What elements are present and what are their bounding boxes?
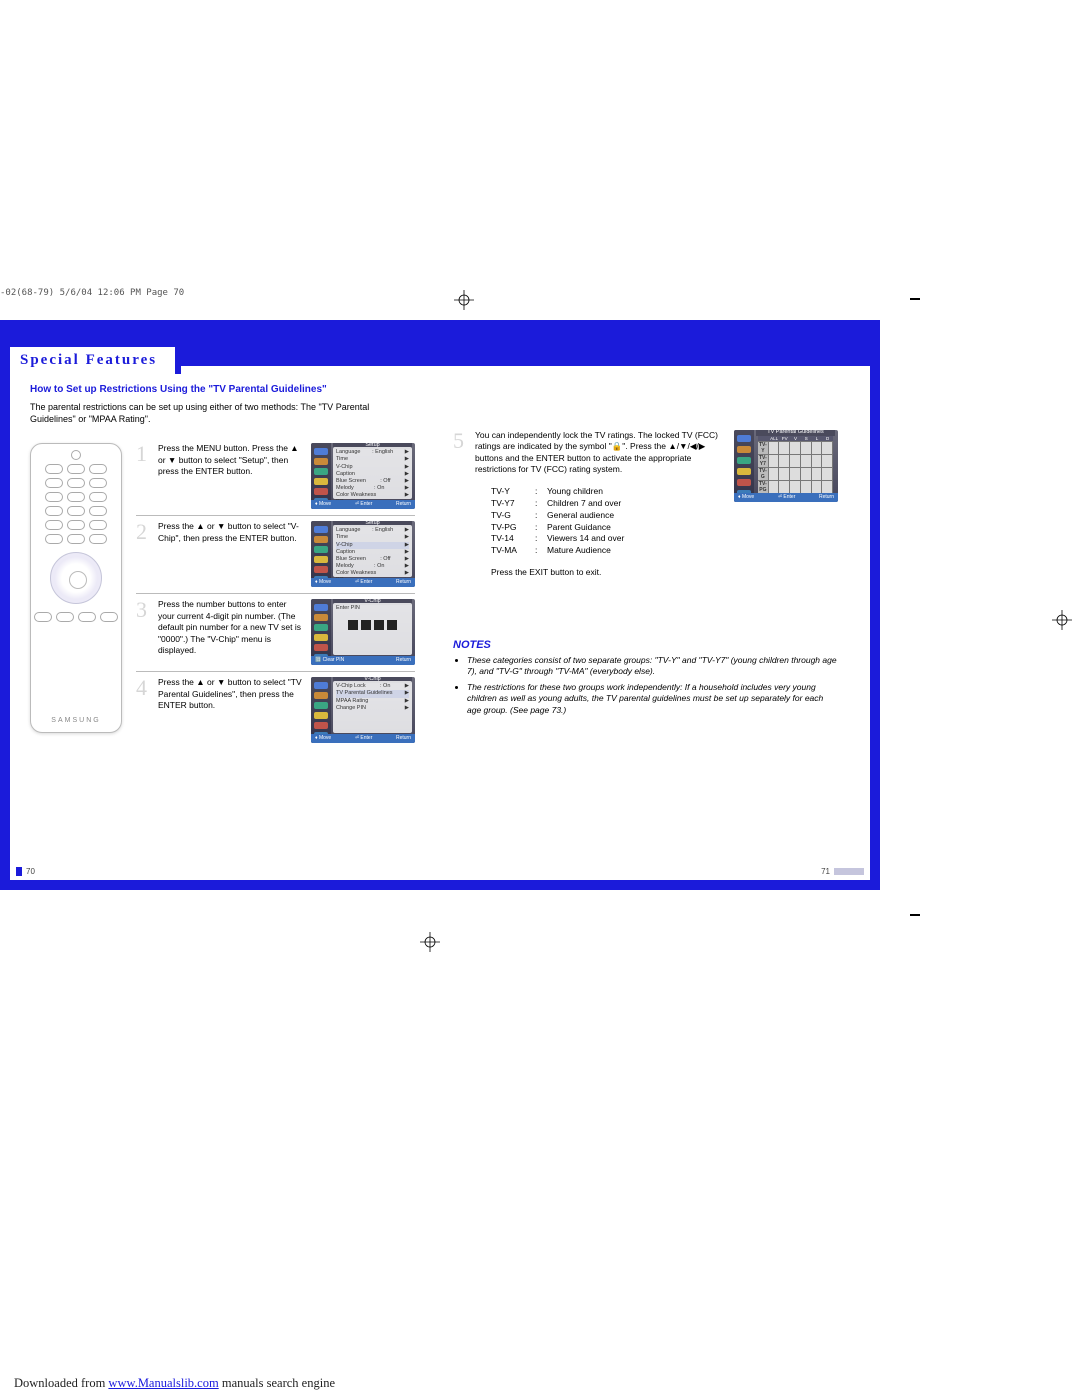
step-text: Press the ▲ or ▼ button to select "V-Chi… <box>158 521 305 587</box>
step-number: 2 <box>136 521 152 587</box>
nav-wheel-icon <box>50 552 102 604</box>
page-number-right: 71 <box>821 867 864 876</box>
manualslib-link[interactable]: www.Manualslib.com <box>108 1376 218 1390</box>
trim-tick-tr <box>910 298 920 300</box>
notes-block: NOTES These categories consist of two se… <box>453 639 838 716</box>
chapter-tab: Special Features <box>4 341 181 374</box>
step-number: 5 <box>453 430 469 579</box>
step-3: 3 Press the number buttons to enter your… <box>136 593 415 665</box>
notes-heading: NOTES <box>453 639 838 651</box>
osd-vchip-menu: V-Chip V-Chip Lock: On▶ TV Parental Guid… <box>311 677 415 743</box>
section-heading: How to Set up Restrictions Using the "TV… <box>30 384 415 395</box>
download-footer: Downloaded from www.Manualslib.com manua… <box>14 1376 335 1391</box>
step-text: Press the MENU button. Press the ▲ or ▼ … <box>158 443 305 509</box>
exit-instruction: Press the EXIT button to exit. <box>491 567 722 578</box>
step-number: 4 <box>136 677 152 743</box>
pin-boxes <box>336 620 409 630</box>
step-2: 2 Press the ▲ or ▼ button to select "V-C… <box>136 515 415 587</box>
osd-tvpg-grid: TV Parental Guidelines ALLFVVSLD TV-Y TV… <box>734 430 838 502</box>
ratings-grid: ALLFVVSLD TV-Y TV-Y7 TV-G TV-PG TV-14 TV… <box>758 436 833 490</box>
osd-menu: V-Chip Lock: On▶ TV Parental Guidelines▶… <box>333 681 412 733</box>
step-text: You can independently lock the TV rating… <box>475 430 722 579</box>
osd-setup-2: Setup Language: English▶ Time▶ V-Chip▶ C… <box>311 521 415 587</box>
step-number: 1 <box>136 443 152 509</box>
note-item: These categories consist of two separate… <box>467 655 838 678</box>
osd-vchip-pin: V-Chip Enter PIN 🔢 Clear PINReturn <box>311 599 415 665</box>
registration-mark-bottom <box>420 932 440 952</box>
step-number: 3 <box>136 599 152 665</box>
osd-setup-1: Setup Language: English▶ Time▶ V-Chip▶ C… <box>311 443 415 509</box>
trim-tick-br <box>910 914 920 916</box>
print-header: -02(68-79) 5/6/04 12:06 PM Page 70 <box>0 288 184 298</box>
registration-mark-right <box>1052 610 1072 630</box>
chapter-title: Special Features <box>20 352 157 369</box>
ratings-legend: TV-Y:Young children TV-Y7:Children 7 and… <box>491 486 722 557</box>
intro-text: The parental restrictions can be set up … <box>30 401 370 425</box>
remote-brand: SAMSUNG <box>31 717 121 724</box>
step-5: 5 You can independently lock the TV rati… <box>453 430 722 579</box>
manual-spread: Special Features How to Set up Restricti… <box>0 320 880 890</box>
osd-menu: Language: English▶ Time▶ V-Chip▶ Caption… <box>333 525 412 577</box>
registration-mark-top <box>454 290 474 310</box>
step-1: 1 Press the MENU button. Press the ▲ or … <box>136 443 415 509</box>
step-4: 4 Press the ▲ or ▼ button to select "TV … <box>136 671 415 743</box>
remote-illustration: SAMSUNG <box>30 443 122 733</box>
osd-enter-pin-label: Enter PIN <box>336 605 409 612</box>
page-number-left: 70 <box>16 867 35 876</box>
osd-menu: Language: English▶ Time▶ V-Chip▶ Caption… <box>333 447 412 499</box>
step-text: Press the number buttons to enter your c… <box>158 599 305 665</box>
note-item: The restrictions for these two groups wo… <box>467 682 838 716</box>
osd-body: Enter PIN <box>333 603 412 655</box>
power-button-icon <box>71 450 81 460</box>
step-text: Press the ▲ or ▼ button to select "TV Pa… <box>158 677 305 743</box>
